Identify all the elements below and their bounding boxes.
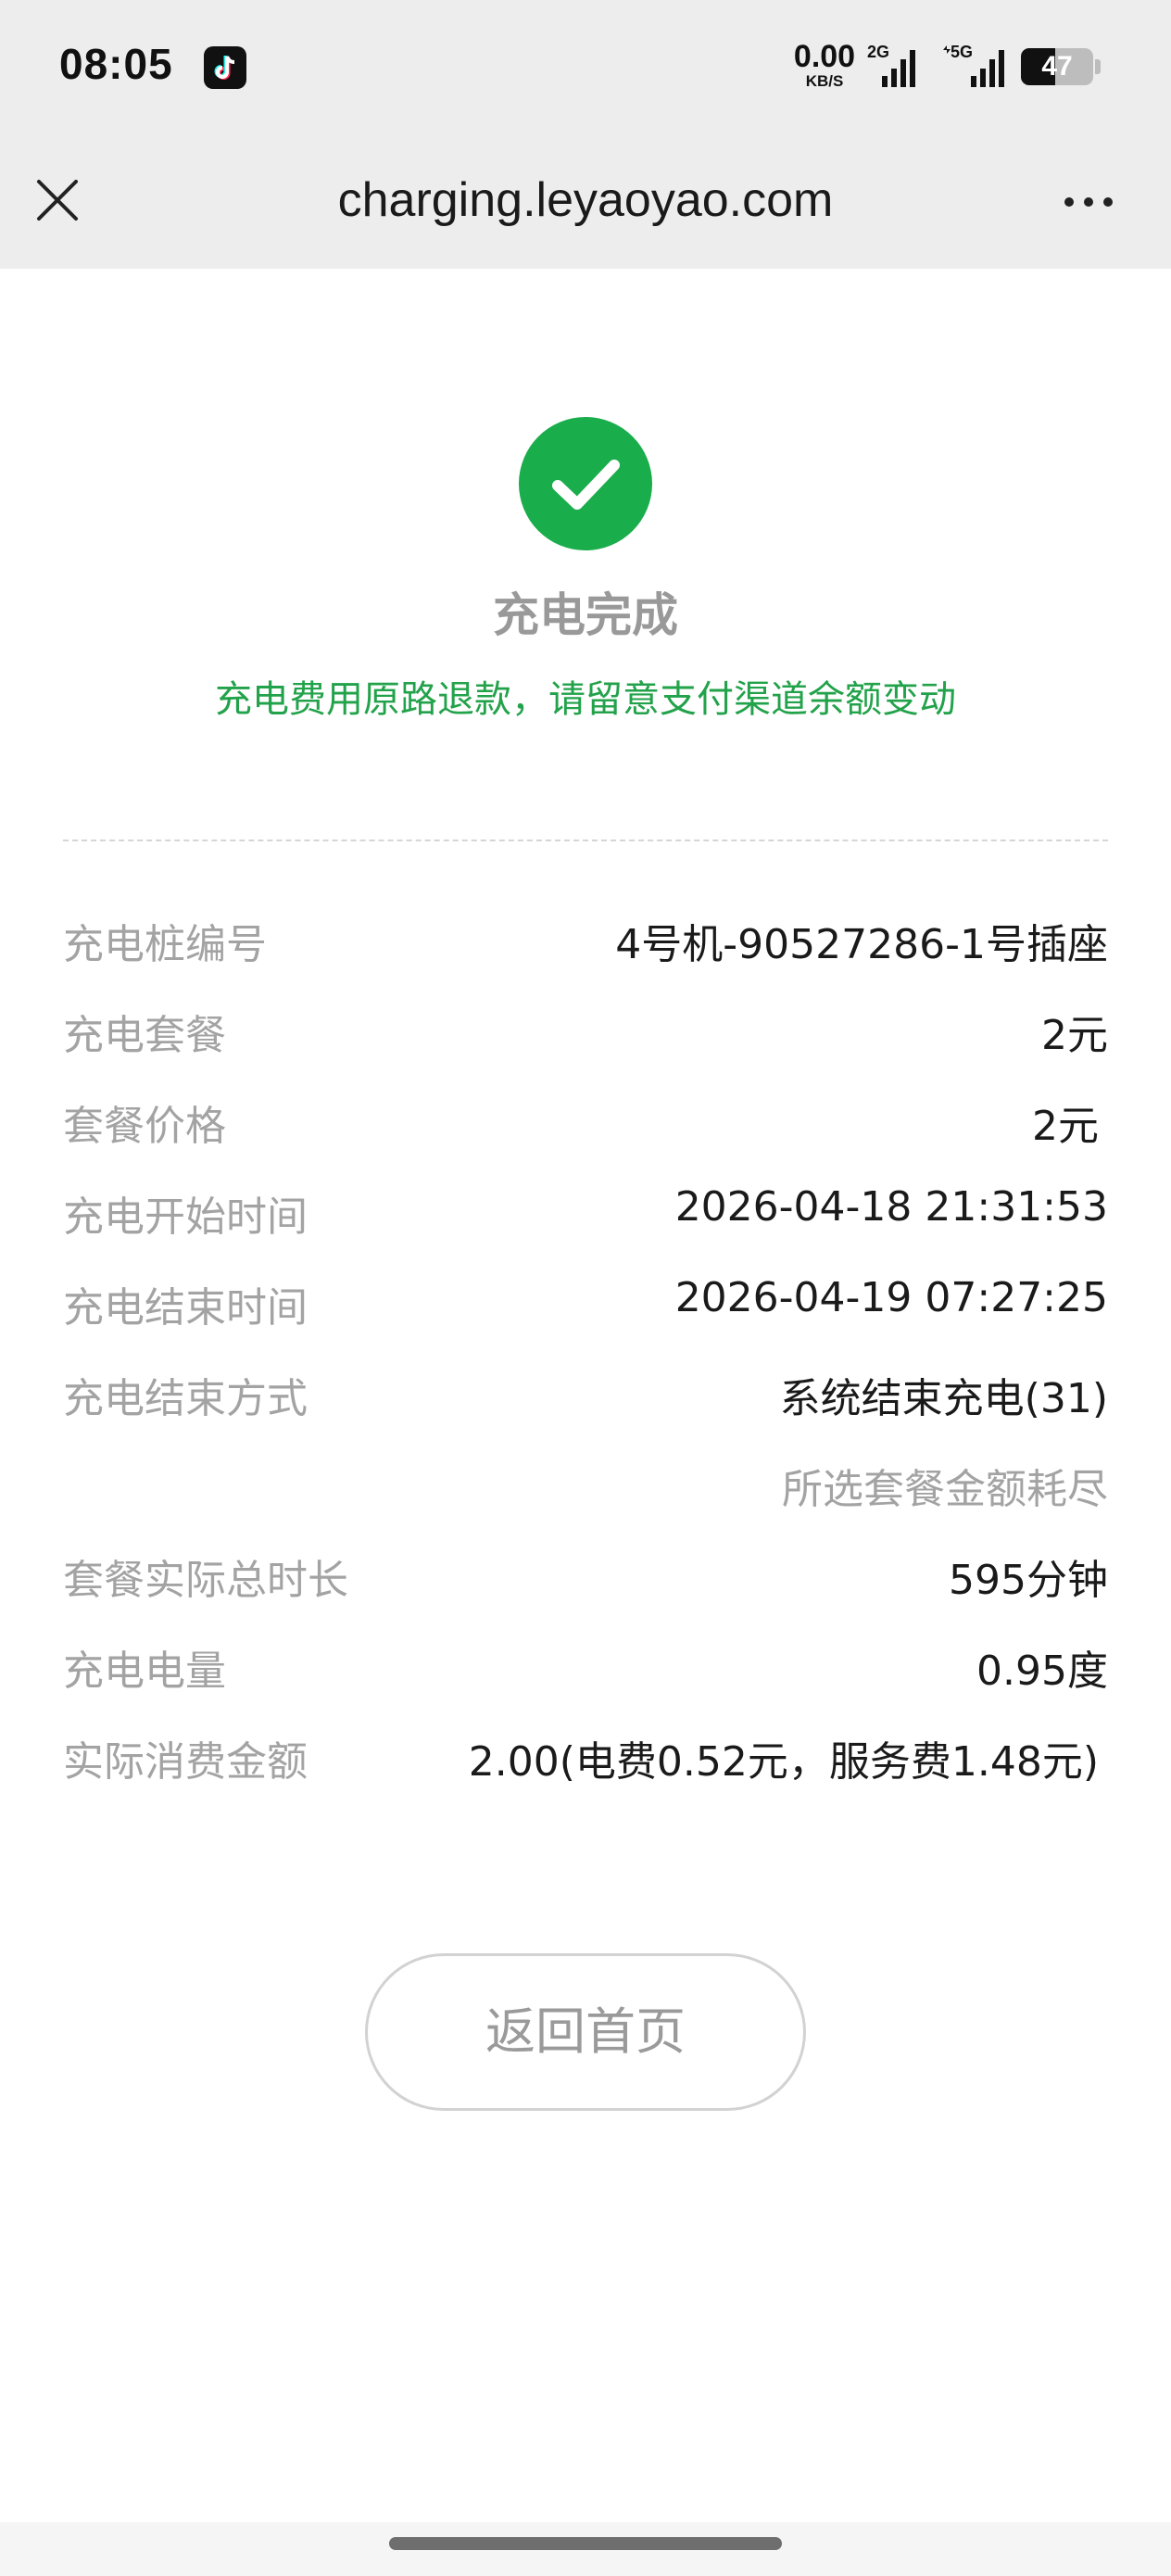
detail-label: 充电套餐 — [63, 1012, 226, 1059]
check-circle-bg — [519, 417, 652, 550]
detail-label: 充电桩编号 — [63, 921, 267, 968]
signal-5g: 5G — [938, 43, 1012, 89]
detail-value: 2.00(电费0.52元，服务费1.48元) — [468, 1738, 1099, 1786]
signal-2g: 2G — [867, 43, 923, 89]
home-indicator[interactable] — [389, 2537, 782, 2550]
detail-row-actual-cost: 实际消费金额 2.00(电费0.52元，服务费1.48元) — [63, 1721, 1108, 1812]
check-circle-icon — [519, 417, 652, 550]
detail-row-pile-number: 充电桩编号 4号机-90527286-1号插座 — [63, 903, 1108, 994]
detail-row-package: 充电套餐 2元 — [63, 994, 1108, 1085]
detail-value: 2026-04-19 07:27:25 — [674, 1274, 1108, 1321]
return-home-button[interactable]: 返回首页 — [365, 1953, 806, 2111]
detail-value: 2026-04-18 21:31:53 — [674, 1183, 1108, 1231]
detail-label: 套餐实际总时长 — [63, 1557, 348, 1604]
charging-details: 充电桩编号 4号机-90527286-1号插座 充电套餐 2元 套餐价格 2元 … — [63, 903, 1108, 1812]
page-url-title: charging.leyaoyao.com — [337, 173, 834, 227]
status-bar: 08:05 0.00 KB/S 2G 5G 47 — [0, 0, 1171, 139]
detail-value: 2元 — [1032, 1103, 1099, 1150]
detail-value: 4号机-90527286-1号插座 — [615, 921, 1108, 968]
detail-label: 充电结束方式 — [63, 1375, 308, 1422]
result-title: 充电完成 — [493, 588, 678, 642]
detail-row-start-time: 充电开始时间 2026-04-18 21:31:53 — [63, 1176, 1108, 1267]
detail-value: 0.95度 — [976, 1648, 1108, 1695]
signal-bars-icon — [882, 50, 915, 87]
more-icon[interactable] — [1056, 183, 1121, 221]
detail-row-package-price: 套餐价格 2元 — [63, 1085, 1108, 1176]
detail-label: 套餐价格 — [63, 1103, 226, 1150]
detail-row-end-method: 充电结束方式 系统结束充电(31) — [63, 1357, 1108, 1448]
battery-icon: 47 — [1021, 48, 1093, 85]
signal-bars-icon — [943, 45, 1004, 87]
detail-label: 实际消费金额 — [63, 1738, 308, 1786]
refund-notice: 充电费用原路退款，请留意支付渠道余额变动 — [215, 678, 956, 721]
status-time: 08:05 — [59, 40, 173, 88]
battery-percent: 47 — [1041, 51, 1073, 82]
detail-value: 595分钟 — [949, 1557, 1108, 1604]
detail-row-end-time: 充电结束时间 2026-04-19 07:27:25 — [63, 1267, 1108, 1357]
speed-value: 0.00 — [793, 39, 856, 74]
detail-value: 2元 — [1041, 1012, 1108, 1059]
detail-row-end-reason: 所选套餐金额耗尽 — [63, 1448, 1108, 1539]
detail-label: 充电开始时间 — [63, 1193, 308, 1241]
dashed-divider — [63, 840, 1108, 841]
close-icon[interactable] — [33, 176, 82, 224]
battery-cap — [1095, 59, 1101, 74]
network-speed: 0.00 KB/S — [789, 41, 860, 89]
speed-unit: KB/S — [805, 72, 844, 90]
detail-value: 系统结束充电(31) — [779, 1375, 1108, 1422]
tiktok-icon — [204, 46, 246, 89]
detail-row-energy: 充电电量 0.95度 — [63, 1630, 1108, 1721]
detail-label: 充电结束时间 — [63, 1284, 308, 1332]
detail-row-duration: 套餐实际总时长 595分钟 — [63, 1539, 1108, 1630]
detail-label: 充电电量 — [63, 1648, 226, 1695]
detail-value: 所选套餐金额耗尽 — [782, 1466, 1108, 1513]
